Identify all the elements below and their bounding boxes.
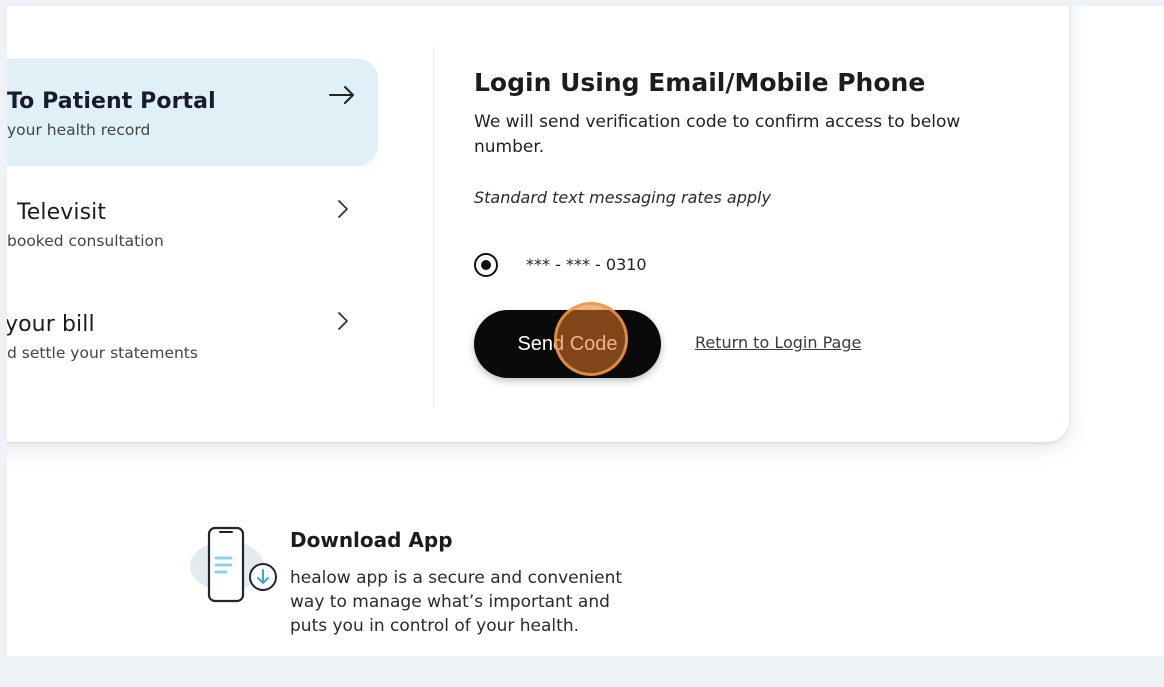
chevron-right-icon xyxy=(336,198,350,224)
send-code-button[interactable]: Send Code xyxy=(474,310,661,378)
nav-item-patient-portal[interactable]: To Patient Portal your health record xyxy=(7,59,378,166)
nav-item-subtitle: your health record xyxy=(7,121,151,139)
download-app-description: healow app is a secure and convenient wa… xyxy=(290,568,623,636)
nav-item-bill[interactable]: your bill d settle your statements xyxy=(7,282,378,389)
phone-radio-button[interactable] xyxy=(474,253,498,277)
portal-nav: To Patient Portal your health record Tel… xyxy=(7,6,379,442)
download-app-title: Download App xyxy=(290,528,453,552)
login-description: We will send verification code to confir… xyxy=(474,112,961,157)
login-title: Login Using Email/Mobile Phone xyxy=(474,68,926,97)
phone-download-icon xyxy=(189,524,289,614)
nav-item-title: To Patient Portal xyxy=(7,89,216,114)
return-to-login-link[interactable]: Return to Login Page xyxy=(695,333,861,352)
phone-number-label[interactable]: *** - *** - 0310 xyxy=(526,255,647,274)
rates-note: Standard text messaging rates apply xyxy=(474,188,771,207)
login-card: To Patient Portal your health record Tel… xyxy=(7,6,1069,442)
nav-item-title: Televisit xyxy=(17,200,107,225)
vertical-divider xyxy=(433,46,434,408)
nav-item-televisit[interactable]: Televisit booked consultation xyxy=(7,170,378,277)
arrow-right-icon xyxy=(328,83,356,114)
login-panel: Login Using Email/Mobile Phone We will s… xyxy=(474,6,1034,442)
download-app-section: Download App healow app is a secure and … xyxy=(189,524,649,656)
nav-item-subtitle: d settle your statements xyxy=(7,344,198,362)
radio-selected-dot xyxy=(481,260,491,270)
nav-item-subtitle: booked consultation xyxy=(7,232,164,250)
browser-viewport: To Patient Portal your health record Tel… xyxy=(7,6,1164,656)
chevron-right-icon xyxy=(336,310,350,336)
nav-item-title: your bill xyxy=(7,312,95,337)
